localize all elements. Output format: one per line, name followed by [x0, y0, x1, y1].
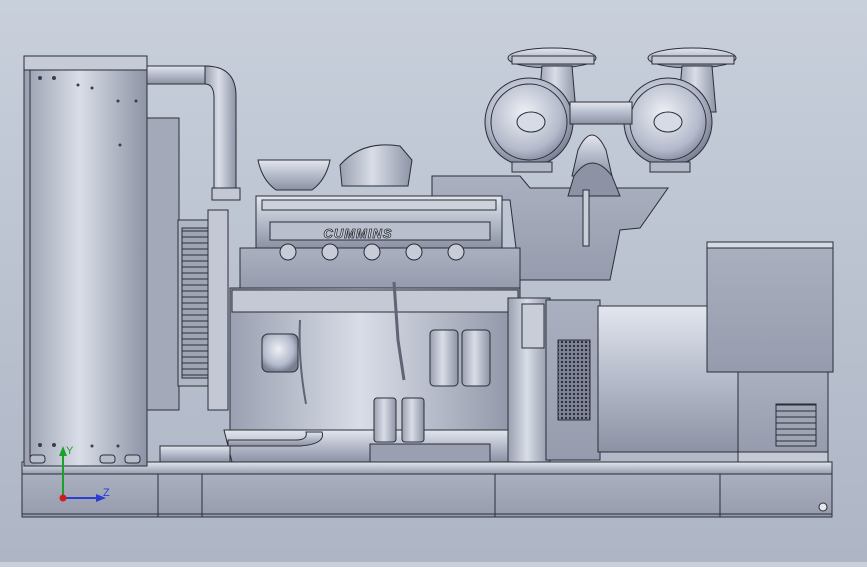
y-axis-label: Y [66, 445, 74, 457]
air-filter-right [623, 47, 737, 173]
alternator-terminal-box [706, 241, 834, 373]
radiator [23, 55, 180, 467]
flywheel-housing [507, 297, 601, 463]
filter-crossover [569, 101, 633, 125]
x-axis-origin [59, 494, 67, 502]
base-frame [21, 461, 833, 518]
cad-viewport[interactable]: CUMMINS Y Z [0, 0, 867, 562]
genset-model-view: CUMMINS Y Z [21, 47, 834, 518]
engine-brand-label: CUMMINS [323, 226, 392, 241]
z-axis-label: Z [103, 487, 110, 499]
fan-guard [177, 209, 229, 411]
